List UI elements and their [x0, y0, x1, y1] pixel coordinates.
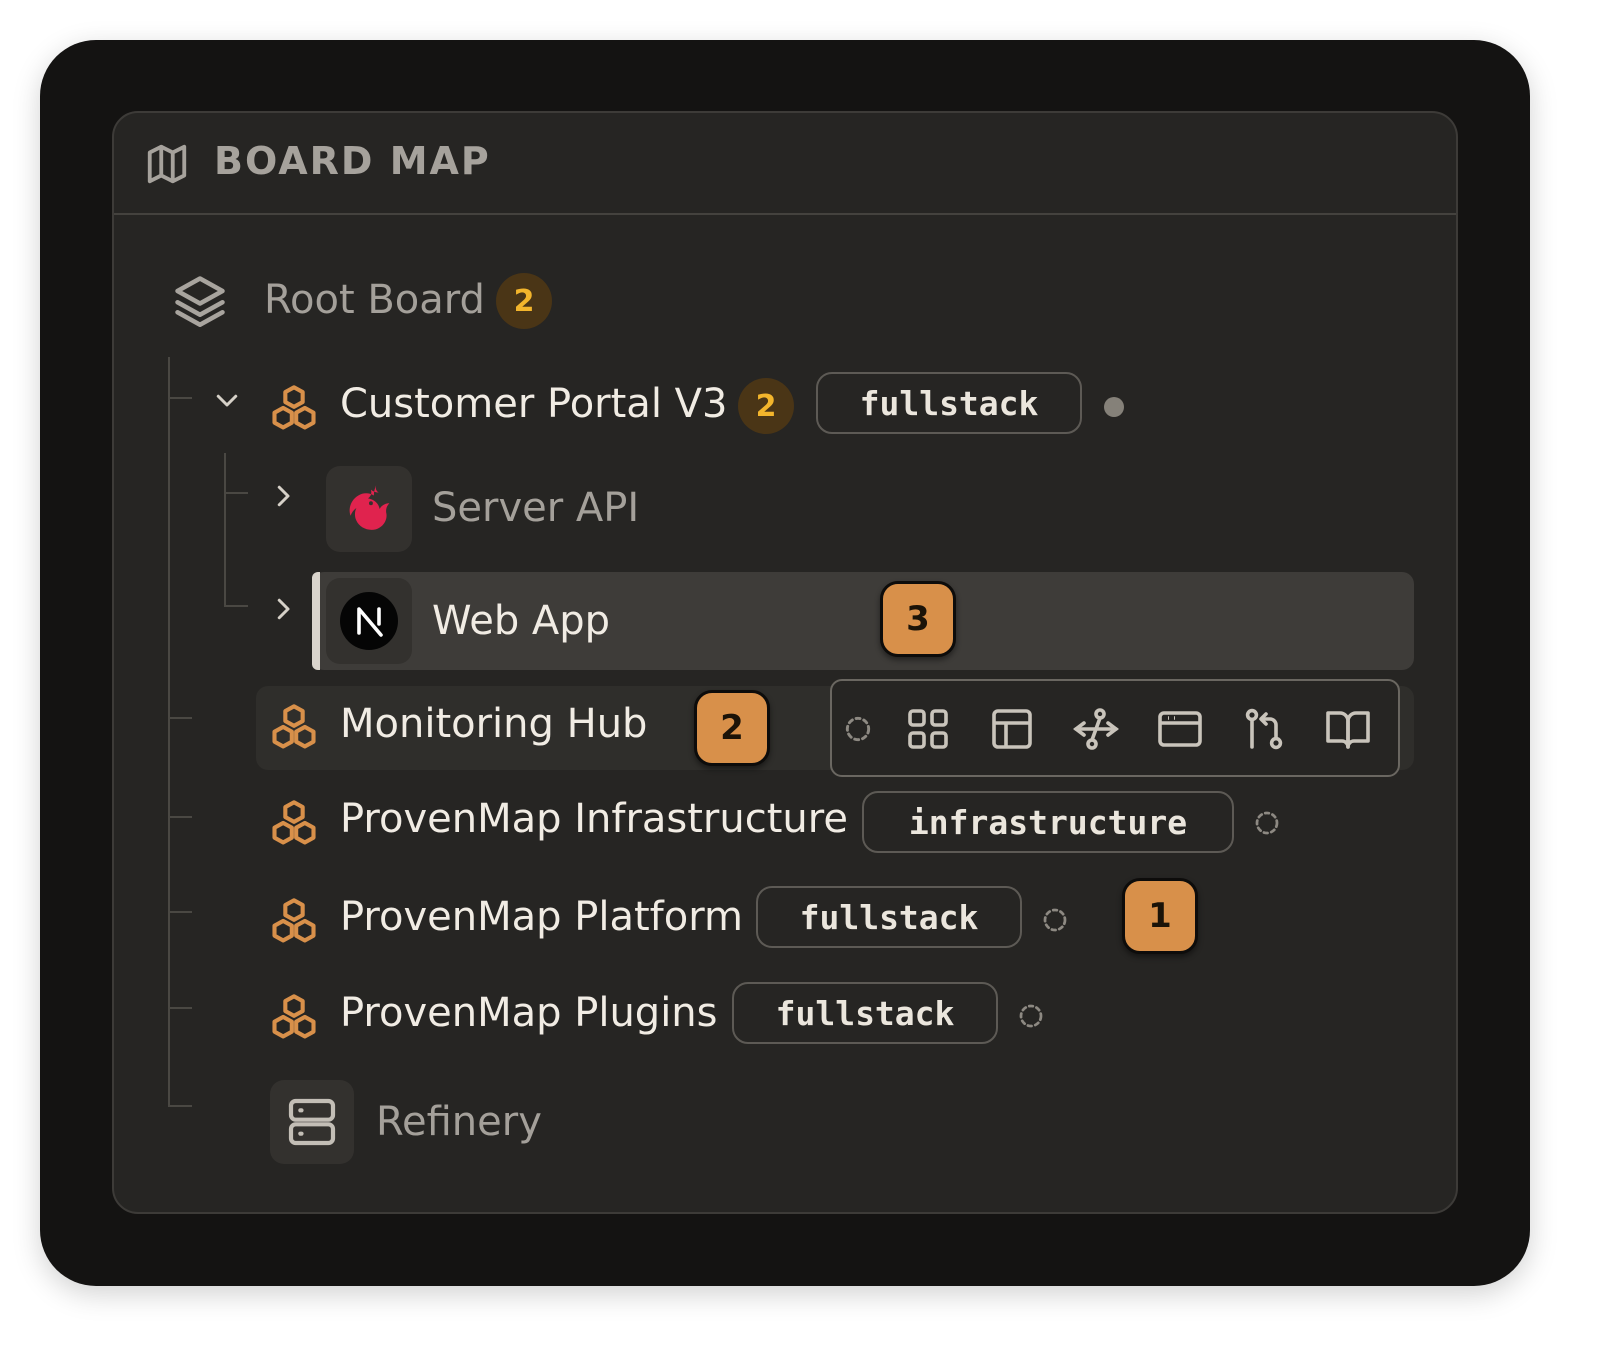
boxes-icon	[272, 800, 316, 845]
web-app-label: Web App	[432, 598, 611, 644]
boxes-icon	[272, 898, 316, 943]
tree-line	[224, 492, 248, 494]
boxes-icon	[272, 385, 316, 430]
tree-line	[168, 717, 192, 719]
panel-title: BOARD MAP	[214, 139, 491, 183]
row-action-bar	[830, 679, 1400, 777]
tree-line	[168, 1007, 192, 1009]
tree-line	[168, 397, 192, 399]
chevron-right-icon[interactable]	[268, 594, 298, 624]
customer-portal-count: 2	[738, 378, 794, 434]
stack-tag: infrastructure	[862, 791, 1234, 853]
panel-header: BOARD MAP	[114, 113, 1456, 215]
loading-icon	[1255, 811, 1279, 835]
stack-tag: fullstack	[732, 982, 998, 1044]
monitoring-hub-label: Monitoring Hub	[340, 701, 648, 747]
nextjs-icon	[340, 592, 398, 650]
git-pull-request-icon[interactable]	[1240, 705, 1288, 753]
workflow-icon[interactable]	[1072, 705, 1120, 753]
tree-line	[168, 911, 192, 913]
customer-portal-label[interactable]: Customer Portal V3	[340, 381, 727, 427]
nextjs-logo-tile	[326, 578, 412, 664]
platform-label[interactable]: ProvenMap Platform	[340, 894, 743, 940]
grid-icon[interactable]	[904, 705, 952, 753]
stack-tag: fullstack	[756, 886, 1022, 948]
root-board-row[interactable]: Root Board 2	[164, 263, 564, 343]
table-icon[interactable]	[988, 705, 1036, 753]
loading-icon	[1019, 1004, 1043, 1028]
book-open-icon[interactable]	[1324, 705, 1372, 753]
refinery-label[interactable]: Refinery	[376, 1099, 542, 1145]
notification-badge: 1	[1122, 878, 1198, 954]
tree-line	[224, 605, 248, 607]
tree-line	[168, 1105, 192, 1107]
chevron-down-icon[interactable]	[212, 385, 242, 415]
stack-tag: fullstack	[816, 372, 1082, 434]
chevron-right-icon[interactable]	[268, 481, 298, 511]
nestjs-icon	[349, 483, 390, 530]
plugins-label[interactable]: ProvenMap Plugins	[340, 990, 718, 1036]
root-board-label: Root Board	[264, 277, 485, 323]
board-map-panel: BOARD MAP Root Board 2 Customer Portal V…	[112, 111, 1458, 1214]
root-board-count: 2	[496, 273, 552, 329]
nestjs-logo-tile	[326, 466, 412, 552]
loading-icon	[1043, 908, 1067, 932]
map-icon	[147, 144, 187, 184]
tree-line	[168, 357, 170, 1107]
boxes-icon	[272, 704, 316, 749]
infrastructure-label[interactable]: ProvenMap Infrastructure	[340, 796, 848, 842]
server-icon	[288, 1098, 336, 1146]
tree-line	[224, 453, 226, 607]
notification-badge: 2	[694, 690, 770, 766]
boxes-icon	[272, 994, 316, 1039]
selection-indicator	[312, 572, 320, 670]
browser-window-icon[interactable]	[1156, 705, 1204, 753]
layers-icon	[175, 276, 225, 327]
notification-badge: 3	[880, 581, 956, 657]
status-dot	[1104, 397, 1124, 417]
tree-line	[168, 816, 192, 818]
server-icon-tile	[270, 1080, 354, 1164]
server-api-label[interactable]: Server API	[432, 485, 639, 531]
loading-icon	[845, 716, 871, 742]
